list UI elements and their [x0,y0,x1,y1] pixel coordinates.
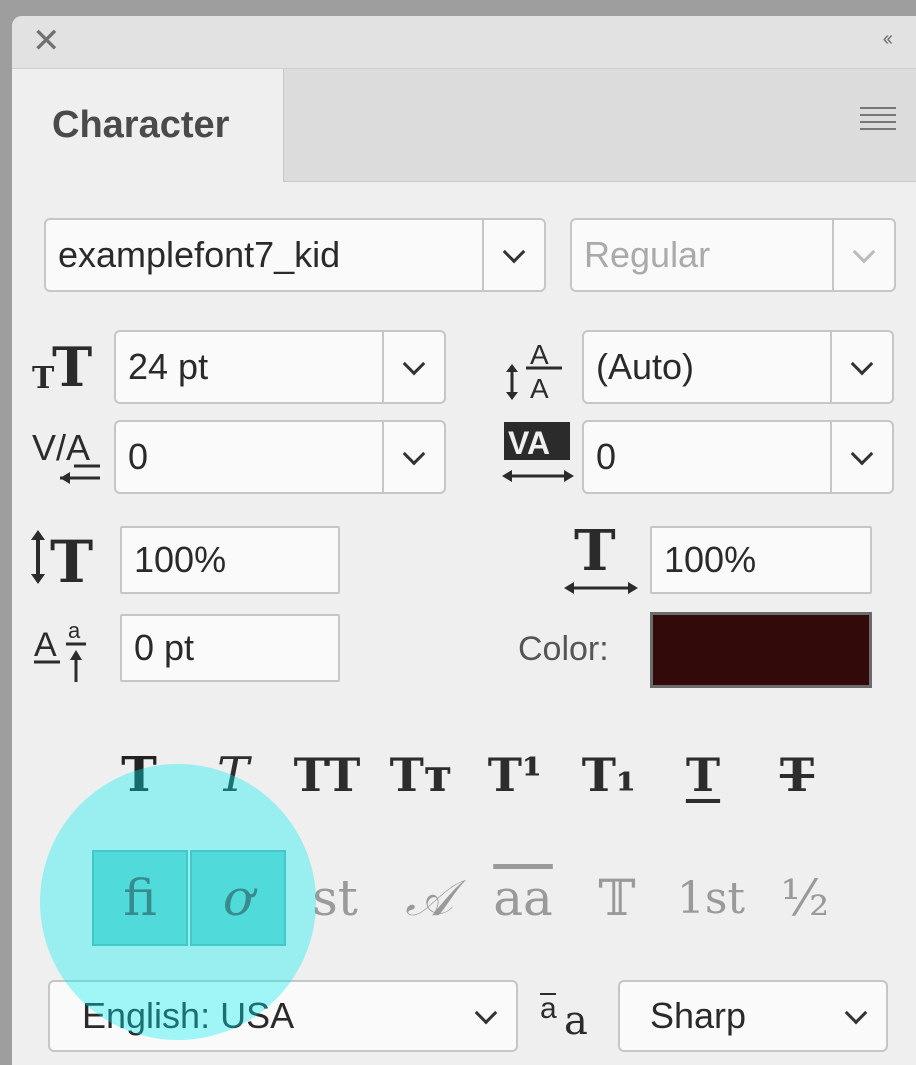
close-icon[interactable]: ✕ [32,24,61,58]
svg-text:A: A [530,373,549,404]
underline-icon: T [685,748,721,802]
baseline-shift-icon: A a [30,612,114,692]
font-size-value: 24 pt [128,346,209,387]
contextual-alternates-button[interactable]: ơ [190,850,286,946]
leading-value: (Auto) [596,346,695,387]
svg-text:T: T [50,528,93,594]
kerning-icon: V/A [30,418,114,498]
chevron-down-icon[interactable] [832,220,894,290]
svg-text:a: a [68,618,81,643]
contextual-alternates-icon: ơ [222,869,254,927]
vertical-scale-icon: T [28,524,118,598]
kerning-value: 0 [128,436,149,477]
horizontal-scale-icon: T [562,518,642,606]
titling-alternates-button[interactable]: 𝕋 [570,850,664,946]
strikethrough-icon: T [779,748,815,802]
chevron-down-icon[interactable] [826,982,886,1050]
fractions-button[interactable]: ½ [758,850,852,946]
chevron-down-icon[interactable] [830,332,892,402]
language-select[interactable]: English: USA [48,980,518,1052]
stylistic-alternates-icon: aa [493,869,553,927]
vertical-scale-input[interactable]: 100% [120,526,340,594]
small-caps-button[interactable]: Tт [374,738,468,812]
subscript-icon: T₁ [581,748,637,802]
tracking-icon: VA [498,418,582,498]
standard-ligatures-button[interactable]: fi [92,850,188,946]
svg-text:T: T [52,335,92,399]
panel-menu-icon[interactable] [860,107,896,135]
baseline-shift-value: 0 pt [134,627,195,668]
leading-combo[interactable]: (Auto) [582,330,894,404]
horizontal-scale-input[interactable]: 100% [650,526,872,594]
strikethrough-button[interactable]: T [750,738,844,812]
faux-italic-button[interactable]: T [186,738,280,812]
stylistic-alternates-button[interactable]: aa [476,850,570,946]
font-family-select[interactable]: examplefont7_kid [44,218,546,292]
type-style-buttons: T T TT Tт T¹ T₁ T T [92,738,844,812]
language-value: English: USA [82,995,295,1036]
all-caps-icon: TT [293,748,361,802]
underline-button[interactable]: T [656,738,750,812]
small-caps-icon: Tт [389,748,453,802]
svg-text:V/A: V/A [32,427,90,468]
fractions-icon: ½ [780,869,830,927]
faux-bold-button[interactable]: T [92,738,186,812]
chevron-down-icon[interactable] [830,422,892,492]
discretionary-ligatures-button[interactable]: st [288,850,382,946]
tracking-combo[interactable]: 0 [582,420,894,494]
standard-ligatures-icon: fi [123,869,157,927]
color-swatch[interactable] [650,612,872,688]
all-caps-button[interactable]: TT [280,738,374,812]
chevron-down-icon[interactable] [482,220,544,290]
svg-text:A: A [34,626,57,664]
svg-text:A: A [530,339,549,370]
panel-tabbar: Character [12,69,916,182]
baseline-shift-input[interactable]: 0 pt [120,614,340,682]
faux-italic-icon: T [216,747,249,803]
faux-bold-icon: T [121,747,157,803]
vertical-scale-value: 100% [134,539,227,580]
opentype-buttons: fi ơ st 𝒜 aa 𝕋 1st ½ [92,850,852,946]
leading-icon: A A [500,328,580,408]
font-style-select[interactable]: Regular [570,218,896,292]
swash-button[interactable]: 𝒜 [382,850,476,946]
svg-text:a: a [564,998,588,1044]
svg-text:a: a [540,992,557,1025]
panel-titlebar: ✕ ‹‹ [12,16,916,69]
antialias-select[interactable]: Sharp [618,980,888,1052]
double-chevron-left-icon[interactable]: ‹‹ [883,28,893,50]
superscript-icon: T¹ [487,748,543,802]
antialias-value: Sharp [650,995,747,1036]
font-size-icon: T T [30,330,120,404]
svg-text:VA: VA [508,425,550,461]
color-label: Color: [518,630,609,668]
titling-alternates-icon: 𝕋 [598,869,636,927]
antialias-icon: a a [538,984,608,1048]
ordinals-button[interactable]: 1st [664,850,758,946]
character-panel: ✕ ‹‹ Character examplefont7_kid Regular … [12,16,916,1065]
superscript-button[interactable]: T¹ [468,738,562,812]
tracking-value: 0 [596,436,617,477]
swash-icon: 𝒜 [405,868,453,927]
chevron-down-icon[interactable] [382,422,444,492]
font-size-combo[interactable]: 24 pt [114,330,446,404]
tab-character[interactable]: Character [12,69,284,182]
horizontal-scale-value: 100% [664,539,757,580]
subscript-button[interactable]: T₁ [562,738,656,812]
chevron-down-icon[interactable] [456,982,516,1050]
kerning-combo[interactable]: 0 [114,420,446,494]
chevron-down-icon[interactable] [382,332,444,402]
font-style-value: Regular [584,234,711,275]
ordinals-icon: 1st [676,872,746,924]
svg-text:T: T [574,520,616,584]
discretionary-ligatures-icon: st [312,869,358,927]
font-family-value: examplefont7_kid [58,234,341,275]
